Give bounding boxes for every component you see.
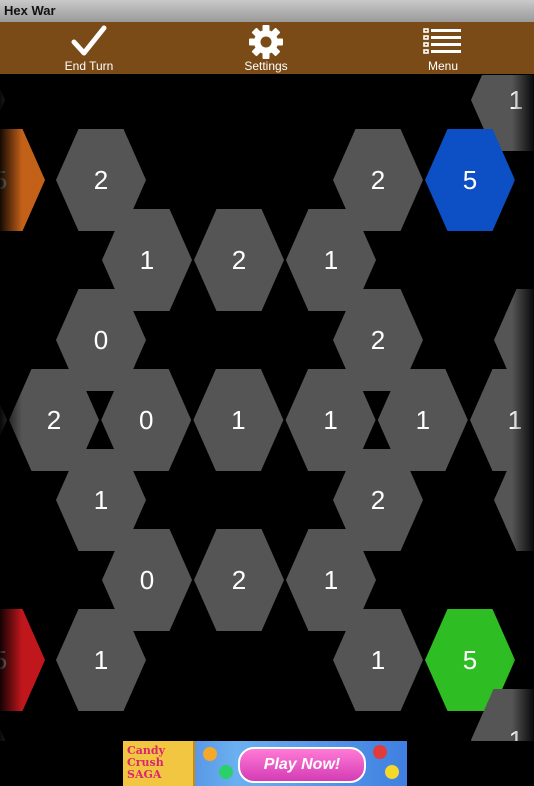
menu-label: Menu: [427, 59, 459, 73]
end-turn-button[interactable]: End Turn: [34, 22, 144, 74]
hex-value: 2: [371, 325, 385, 355]
hex-value: 1: [324, 245, 338, 275]
list-menu-icon: [423, 28, 461, 54]
gear-icon: [249, 25, 283, 59]
settings-button[interactable]: Settings: [211, 22, 321, 74]
hex-value: 5: [463, 165, 477, 195]
hex-value: 2: [371, 485, 385, 515]
play-now-button[interactable]: Play Now!: [238, 747, 366, 783]
hex-value: 1: [509, 725, 523, 741]
settings-label: Settings: [244, 59, 288, 73]
hex-value: 0: [140, 565, 154, 595]
hex-value: 1: [416, 405, 430, 435]
hex-value: 1: [140, 245, 154, 275]
hex-shape: [0, 404, 7, 436]
hex-value: 2: [371, 165, 385, 195]
hex-value: 2: [232, 565, 246, 595]
title-bar: Hex War: [0, 0, 534, 22]
hex-cell-neutral[interactable]: [0, 369, 7, 471]
hex-value: 1: [231, 405, 245, 435]
menu-button[interactable]: Menu: [388, 22, 498, 74]
hex-cell-red[interactable]: 5: [0, 609, 45, 711]
ad-logo: Candy Crush SAGA: [123, 741, 195, 786]
window-title: Hex War: [4, 3, 56, 18]
hex-value: 2: [94, 165, 108, 195]
hex-value: 1: [94, 645, 108, 675]
hex-value: 5: [0, 645, 7, 675]
hex-cell-neutral[interactable]: 2: [194, 209, 284, 311]
hex-value: 1: [94, 485, 108, 515]
hex-cell-neutral[interactable]: 2: [194, 529, 284, 631]
hex-cell-neutral[interactable]: 1: [193, 369, 284, 471]
hex-grid: 1 5 2 2 5 1 2 1 0 2 2 0 1 1 1 1 1 2 0 2 1 5 1 1 5 1: [0, 75, 534, 741]
hex-value: 1: [324, 565, 338, 595]
hex-value: 2: [232, 245, 246, 275]
ad-logo-text: Candy Crush SAGA: [127, 744, 165, 781]
hex-value: 1: [371, 645, 385, 675]
hex-value: 1: [323, 405, 337, 435]
hex-value: 5: [463, 645, 477, 675]
hex-value: 5: [0, 165, 7, 195]
hex-value: 1: [508, 405, 522, 435]
ad-banner[interactable]: Candy Crush SAGA Play Now!: [123, 741, 407, 786]
hex-value: 0: [139, 405, 153, 435]
hex-value: 1: [509, 85, 523, 115]
toolbar: End Turn Settings Menu: [0, 22, 534, 74]
end-turn-label: End Turn: [64, 59, 114, 73]
checkmark-icon: [71, 25, 107, 56]
game-board: 1 5 2 2 5 1 2 1 0 2 2 0 1 1 1 1 1 2 0 2 1 5 1 1 5 1: [0, 75, 534, 741]
hex-value: 2: [47, 405, 61, 435]
hex-cell-orange[interactable]: 5: [0, 129, 45, 231]
hex-value: 0: [94, 325, 108, 355]
